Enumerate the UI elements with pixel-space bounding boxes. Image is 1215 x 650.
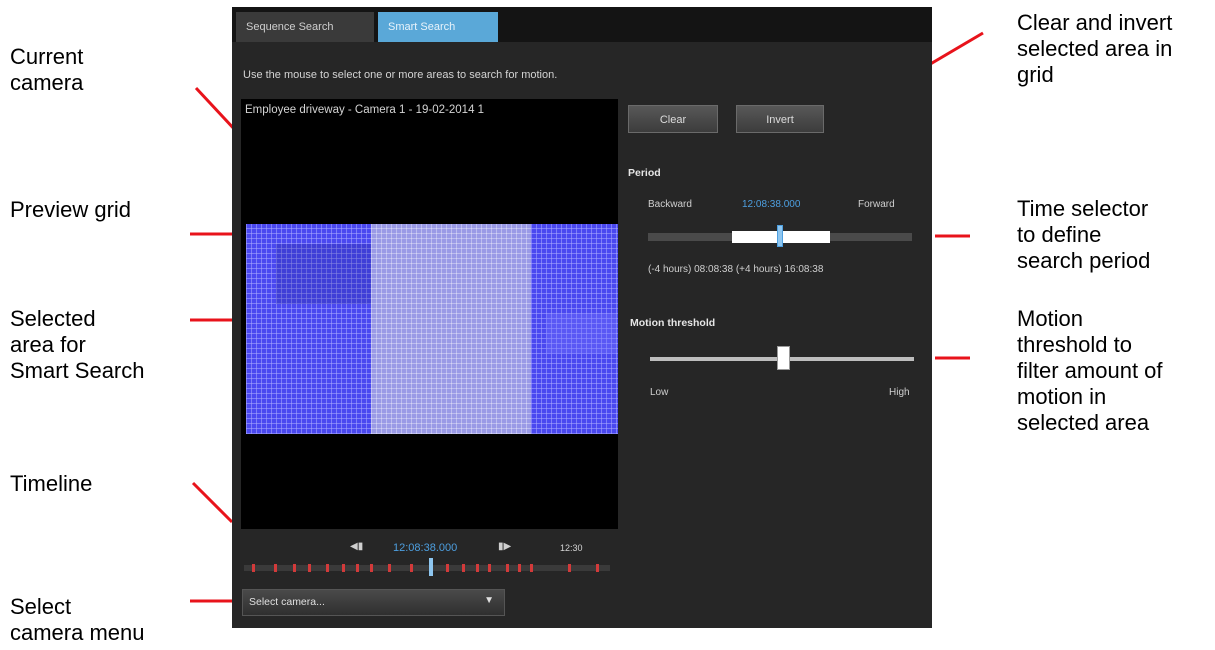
selected-area-annotation: Selected area for Smart Search xyxy=(10,306,145,383)
motion-tick xyxy=(388,564,391,572)
motion-tick xyxy=(356,564,359,572)
motion-tick xyxy=(326,564,329,572)
tab-bar: Sequence Search Smart Search xyxy=(232,7,932,42)
motion-tick xyxy=(476,564,479,572)
timeline-motion-marks xyxy=(252,564,599,572)
motion-threshold-handle[interactable] xyxy=(777,346,790,370)
motion-tick xyxy=(274,564,277,572)
motion-tick xyxy=(518,564,521,572)
chevron-down-icon: ▼ xyxy=(484,595,494,606)
motion-threshold-title: Motion threshold xyxy=(630,317,716,329)
motion-tick xyxy=(530,564,533,572)
motion-tick xyxy=(568,564,571,572)
smart-search-panel: Sequence Search Smart Search Use the mou… xyxy=(232,7,932,628)
tab-smart-search[interactable]: Smart Search xyxy=(378,12,498,42)
select-camera-annotation: Select camera menu xyxy=(10,594,145,645)
motion-tick xyxy=(342,564,345,572)
period-current-time: 12:08:38.000 xyxy=(742,199,801,210)
invert-button[interactable]: Invert xyxy=(736,105,824,133)
motion-tick xyxy=(308,564,311,572)
clear-invert-annotation: Clear and invert selected area in grid xyxy=(1017,10,1173,87)
motion-high-label: High xyxy=(889,387,910,398)
selected-search-area[interactable] xyxy=(371,224,531,434)
motion-tick xyxy=(252,564,255,572)
motion-tick xyxy=(488,564,491,572)
timeline-pointer xyxy=(191,481,234,524)
motion-tick xyxy=(596,564,599,572)
motion-low-label: Low xyxy=(650,387,669,398)
select-camera-dropdown[interactable]: Select camera... ▼ xyxy=(242,589,505,616)
motion-tick xyxy=(462,564,465,572)
period-slider-handle[interactable] xyxy=(777,225,783,247)
timeline: ◀▮ 12:08:38.000 ▮▶ 12:30 xyxy=(238,534,618,579)
preview-grid-annotation: Preview grid xyxy=(10,197,132,222)
current-camera-annotation: Current camera xyxy=(10,44,84,95)
preview-grid[interactable] xyxy=(246,224,618,434)
camera-title: Employee driveway - Camera 1 - 19-02-201… xyxy=(245,104,485,116)
motion-tick xyxy=(446,564,449,572)
instruction-text: Use the mouse to select one or more area… xyxy=(243,69,558,81)
period-title: Period xyxy=(628,167,661,179)
select-camera-label: Select camera... xyxy=(249,596,325,608)
period-backward-label: Backward xyxy=(648,199,692,210)
period-forward-label: Forward xyxy=(858,199,895,210)
grid-scene-detail xyxy=(546,314,616,354)
current-camera-pointer xyxy=(194,86,239,134)
motion-threshold-annotation: Motion threshold to filter amount of mot… xyxy=(1017,306,1163,435)
motion-tick xyxy=(370,564,373,572)
period-range-text: (-4 hours) 08:08:38 (+4 hours) 16:08:38 xyxy=(648,264,824,275)
tab-sequence-search[interactable]: Sequence Search xyxy=(236,12,374,42)
timeline-cursor[interactable] xyxy=(429,558,433,576)
camera-preview: Employee driveway - Camera 1 - 19-02-201… xyxy=(241,99,618,529)
motion-tick xyxy=(410,564,413,572)
motion-tick xyxy=(293,564,296,572)
motion-tick xyxy=(506,564,509,572)
timeline-annotation: Timeline xyxy=(10,471,93,496)
grid-scene-detail xyxy=(276,244,386,304)
clear-button[interactable]: Clear xyxy=(628,105,718,133)
time-selector-annotation: Time selector to define search period xyxy=(1017,196,1151,273)
